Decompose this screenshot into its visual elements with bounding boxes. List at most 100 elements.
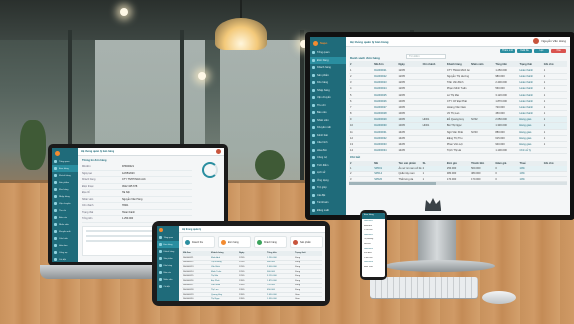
field-value[interactable]: CTY TNHH Minh Anh: [122, 178, 146, 181]
field-value[interactable]: Hà Nội: [122, 191, 130, 194]
menu-icon: [312, 141, 315, 145]
app-title: Hệ thống quản lý: [182, 228, 202, 231]
search-input[interactable]: Tìm kiếm: [406, 54, 446, 59]
ceiling-light: [120, 8, 128, 16]
field-label: Chi nhánh: [82, 204, 94, 208]
tablet-logo[interactable]: [157, 226, 179, 234]
table-row[interactable]: 14 DH000034 14/05 Trịnh Thị Hà 1.100.000 Chờ …: [349, 147, 567, 155]
scrollbar-thumb[interactable]: [349, 182, 437, 185]
sidebar-item[interactable]: Hóa đơn: [310, 147, 346, 155]
sidebar-item[interactable]: Lịch sử: [310, 169, 346, 177]
sidebar-item[interactable]: Tài khoản: [310, 199, 346, 207]
table-cell: DH000034: [373, 147, 398, 155]
sidebar-item[interactable]: Trợ giúp: [310, 184, 346, 192]
sidebar-item[interactable]: Sản phẩm: [52, 179, 78, 186]
menu-icon: [312, 186, 315, 190]
menu-icon: [54, 244, 57, 247]
sidebar-item[interactable]: Hóa đơn: [52, 242, 78, 249]
sidebar-item-label: Kênh bán: [317, 133, 329, 137]
sidebar-item[interactable]: Khách hàng: [52, 172, 78, 179]
kpi-tile[interactable]: Sản phẩm: [290, 236, 323, 248]
toolbar-button[interactable]: Xuất file: [517, 49, 532, 53]
sidebar-item[interactable]: Cài đặt: [52, 256, 78, 262]
sidebar-item[interactable]: Tổng quan: [157, 234, 179, 241]
horizontal-scrollbar[interactable]: [349, 182, 567, 185]
sidebar-item[interactable]: Đăng xuất: [310, 207, 346, 215]
desktop-logo[interactable]: Sapo: [310, 37, 346, 49]
field-value[interactable]: 1.250.000: [122, 217, 133, 220]
kpi-tile[interactable]: Khách hàng: [254, 236, 287, 248]
table-cell: Giao: [294, 296, 322, 301]
field-value[interactable]: Nguyễn Văn Hùng: [122, 198, 142, 201]
sidebar-item[interactable]: Vận chuyển: [310, 94, 346, 102]
sidebar-item[interactable]: Đơn hàng: [157, 241, 179, 248]
toolbar-button[interactable]: Lọc: [534, 49, 549, 53]
menu-icon: [312, 201, 315, 205]
brand-icon: [55, 150, 60, 156]
sidebar-item[interactable]: Sản phẩm: [157, 255, 179, 262]
sidebar-item[interactable]: Tích điểm: [310, 162, 346, 170]
sidebar-item[interactable]: Báo cáo: [52, 214, 78, 221]
field-value[interactable]: DH000021: [122, 165, 134, 168]
field-value[interactable]: Hoàn thành: [122, 211, 135, 214]
sidebar-item[interactable]: Vận chuyển: [52, 200, 78, 207]
sidebar-item[interactable]: Nhập hàng: [52, 193, 78, 200]
sidebar-item[interactable]: Công nợ: [52, 249, 78, 256]
sidebar-item[interactable]: Khách hàng: [157, 248, 179, 255]
plant: [20, 120, 46, 170]
table-row[interactable]: DH000030 Thị Ngọc 13/05 1.330.000 Giao: [182, 296, 322, 301]
kpi-tile[interactable]: Đơn hàng: [218, 236, 251, 248]
sidebar-item[interactable]: Đơn hàng: [52, 165, 78, 172]
sidebar-item[interactable]: Kênh bán: [310, 132, 346, 140]
orders-table: # Mã đơn Ngày Chi nhánh Khách hàng Nhân viên T…: [349, 61, 567, 155]
sidebar-item[interactable]: Nhân viên: [310, 117, 346, 125]
field-label: Ngày tạo: [82, 171, 93, 175]
sidebar-item[interactable]: Báo cáo: [157, 269, 179, 276]
sidebar-item-label: Thu chi: [317, 103, 326, 107]
kpi-tile[interactable]: Doanh thu: [182, 236, 215, 248]
field-value[interactable]: 12/05/2023: [122, 172, 135, 175]
sidebar-item[interactable]: Khuyến mãi: [310, 124, 346, 132]
sidebar-item[interactable]: Kho hàng: [157, 262, 179, 269]
sidebar-item[interactable]: Nhân viên: [52, 221, 78, 228]
mouse: [482, 291, 516, 304]
sidebar-item[interactable]: Báo cáo: [310, 109, 346, 117]
sidebar-item[interactable]: Ứng dụng: [310, 177, 346, 185]
sidebar-item[interactable]: Cài đặt: [310, 192, 346, 200]
sidebar-item[interactable]: Cài đặt: [157, 283, 179, 290]
table-row[interactable]: 3 SP020 Thắt lưng da 1 170.000 170.000 0 10%: [349, 176, 567, 183]
laptop-logo[interactable]: [52, 148, 78, 158]
sidebar-item[interactable]: Khuyến mãi: [52, 228, 78, 235]
sidebar-item[interactable]: Cấu hình: [310, 139, 346, 147]
field-label: Tổng tiền: [82, 217, 93, 221]
field-value[interactable]: 0912 345 678: [122, 185, 137, 188]
window-frame: [300, 30, 304, 190]
toolbar-button[interactable]: Xóa: [551, 49, 566, 53]
menu-icon: [159, 285, 162, 288]
sidebar-item[interactable]: Thu chi: [52, 207, 78, 214]
sidebar-item[interactable]: Sản phẩm: [310, 72, 346, 80]
menu-icon: [54, 181, 57, 184]
table-cell: 13/05: [238, 296, 266, 301]
sidebar-item[interactable]: Nhập hàng: [310, 87, 346, 95]
avatar[interactable]: [216, 149, 221, 154]
sidebar-item[interactable]: Tổng quan: [52, 158, 78, 165]
sidebar-item[interactable]: Nhân viên: [157, 276, 179, 283]
sidebar-item[interactable]: Cấu hình: [52, 235, 78, 242]
sidebar-item[interactable]: Công nợ: [310, 154, 346, 162]
sidebar-item[interactable]: Kho hàng: [310, 79, 346, 87]
toolbar-button[interactable]: Thêm mới: [500, 49, 515, 53]
table-cell: Trịnh Thị Hà: [445, 147, 471, 155]
phone: Đơn hàng DH000021 Minh Anh 1.250.000 DH0000…: [360, 210, 387, 280]
sidebar-item[interactable]: Thu chi: [310, 102, 346, 110]
field-value[interactable]: HN01: [122, 204, 128, 207]
menu-icon: [159, 257, 162, 260]
sidebar-item[interactable]: Kho hàng: [52, 186, 78, 193]
sidebar-item[interactable]: Khách hàng: [310, 64, 346, 72]
user-menu[interactable]: Nguyễn Văn Hùng: [533, 38, 566, 44]
sidebar-item-label: Sản phẩm: [59, 181, 69, 184]
sidebar-item[interactable]: Tổng quan: [310, 49, 346, 57]
detail-table: # Mã Tên sản phẩm SL Đơn giá Thành tiền Giảm g…: [349, 161, 567, 183]
plant: [255, 150, 285, 180]
sidebar-item[interactable]: Đơn hàng: [310, 56, 346, 64]
